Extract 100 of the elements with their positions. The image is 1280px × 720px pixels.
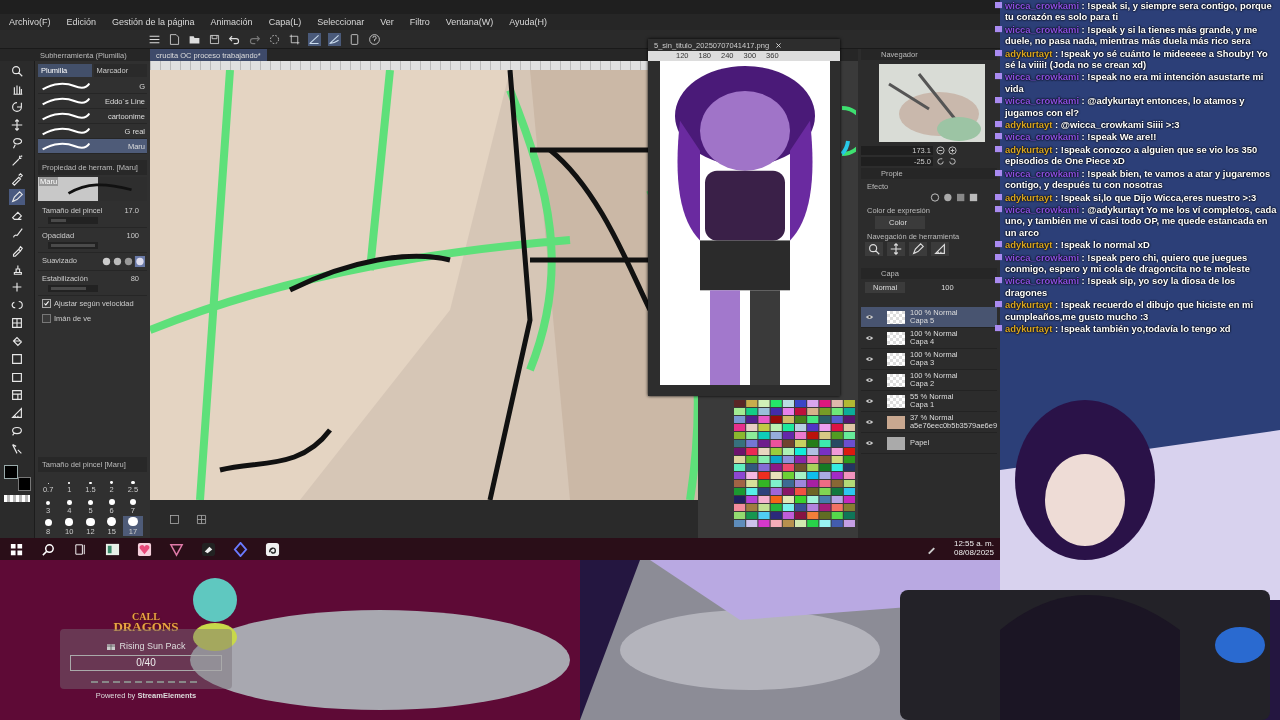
chat-message: wicca_crowkami : !speak no era mi intención asustarte mi vida xyxy=(1005,71,1265,95)
chat-message: wicca_crowkami : !speak y si la tienes más grande, y me duele, no pasa nada, mientras más duela más rico sera xyxy=(1005,23,1259,47)
layer-thumbnail xyxy=(887,331,905,345)
selection-icon[interactable] xyxy=(268,32,281,46)
chat-badge-icon xyxy=(995,49,1002,57)
chat-message: wicca_crowkami : !speak bien, te vamos a atar y jugaremos contigo, y después tu con nosotras xyxy=(1005,167,1272,191)
task-view-icon[interactable] xyxy=(73,541,88,557)
rotate-left-icon[interactable] xyxy=(936,157,945,166)
eye-icon[interactable] xyxy=(865,398,874,404)
diamond-app-icon[interactable] xyxy=(233,541,248,557)
layer-thumbnail xyxy=(887,436,905,450)
chat-message: wicca_crowkami : !speak sip, yo soy la diosa de los dragones xyxy=(1005,275,1237,299)
zoom-tool-icon[interactable] xyxy=(9,63,25,79)
save-icon[interactable] xyxy=(208,32,221,46)
grid-icon[interactable] xyxy=(195,512,208,526)
main-color-swatch[interactable] xyxy=(4,465,18,479)
tool-shortcut-icon[interactable] xyxy=(909,242,927,256)
eye-icon[interactable] xyxy=(865,356,874,362)
chat-message: adykurtayt : !speak yo sé cuánto le mideeeee a Shouby! Yo sé la viiii! (Joda no se crean xd) xyxy=(1005,47,1269,71)
chat-badge-icon xyxy=(995,301,1002,309)
slider-track[interactable] xyxy=(48,217,98,224)
chat-message: wicca_crowkami : !speak We are!! xyxy=(1005,131,1158,143)
menu-item[interactable]: Ayuda(H) xyxy=(509,17,548,27)
checkbox[interactable] xyxy=(42,314,51,323)
ruler-tool-icon[interactable] xyxy=(9,405,25,421)
dropper-tool-icon[interactable] xyxy=(9,171,25,187)
gift-icon xyxy=(106,641,117,650)
menu-item[interactable]: Archivo(F) xyxy=(9,17,51,27)
tool-shortcut-icon[interactable] xyxy=(887,242,905,256)
tool-shortcut-icon[interactable] xyxy=(865,242,883,256)
goal-title: Rising Sun Pack xyxy=(119,640,186,651)
app-icon[interactable] xyxy=(265,541,280,557)
chat-message: adykurtayt : !speak lo normal xD xyxy=(1005,239,1151,251)
eye-icon[interactable] xyxy=(865,419,874,425)
logo: CALL DRAGONS xyxy=(113,612,179,633)
layer-thumbnail xyxy=(887,415,905,429)
transparent-swatch[interactable] xyxy=(4,495,30,502)
phone-icon[interactable] xyxy=(348,32,361,46)
layer-thumbnail xyxy=(887,394,905,408)
zoom-in-icon[interactable] xyxy=(948,146,957,155)
menu-item[interactable]: Ventana(W) xyxy=(445,17,494,27)
menu-item[interactable]: Filtro xyxy=(409,17,430,27)
chat-message: wicca_crowkami : @adykurtayt Yo me los ví completos, cada uno, y también me ví casi todo OP, me quede estancada en un arco xyxy=(1005,203,1278,239)
new-file-icon[interactable] xyxy=(168,32,181,46)
menu-item[interactable]: Capa(L) xyxy=(268,17,302,27)
pen-tool-icon[interactable] xyxy=(9,189,25,205)
clock-date[interactable]: 08/08/2025 xyxy=(953,549,994,558)
gradient-tool-icon[interactable] xyxy=(9,351,25,367)
chat-message: adykurtayt : !speak conozco a alguien que se vio los 350 episodios de One Piece xD xyxy=(1005,143,1259,167)
tool-shortcut-icon[interactable] xyxy=(931,242,949,256)
chat-badge-icon xyxy=(995,97,1002,105)
layer-thumbnail xyxy=(887,373,905,387)
clock-time[interactable]: 12:55 a. m. xyxy=(953,540,994,549)
chat-badge-icon xyxy=(995,73,1002,81)
rotate-right-icon[interactable] xyxy=(948,157,957,166)
pen-stroke-icon[interactable] xyxy=(308,32,321,46)
eye-icon[interactable] xyxy=(865,335,874,341)
search-icon[interactable] xyxy=(41,541,56,557)
layout-icon[interactable] xyxy=(168,512,181,526)
sub-color-swatch[interactable] xyxy=(18,477,31,491)
chat-message: wicca_crowkami : !speak pero chi, quiero que juegues conmigo, espero y mi cola de dragoncita no te moleste xyxy=(1005,251,1251,275)
color-palette-drawing[interactable] xyxy=(734,400,856,528)
menu-item[interactable]: Ver xyxy=(380,17,394,27)
eye-icon[interactable] xyxy=(865,440,874,446)
chat-message: adykurtayt : !speak recuerdo el dibujo que hiciste en mi cumpleaños,me gusto mucho :3 xyxy=(1005,299,1254,322)
move-tool-icon[interactable] xyxy=(9,117,25,133)
chat-message: wicca_crowkami : !speak si, y siempre sera contigo, porque tu corazón es solo para ti xyxy=(1005,0,1273,23)
eye-icon[interactable] xyxy=(865,314,874,320)
progress-count: 0/40 xyxy=(136,657,156,669)
menu-item[interactable]: Gestión de la página xyxy=(112,17,195,27)
chat-badge-icon xyxy=(995,169,1002,177)
heart-app-icon[interactable] xyxy=(137,541,152,557)
grid-tool-icon[interactable] xyxy=(9,315,25,331)
menu-item[interactable]: Animación xyxy=(210,17,253,27)
windows-icon[interactable] xyxy=(9,541,24,557)
frame-tool-icon[interactable] xyxy=(9,387,25,403)
slider-track[interactable] xyxy=(48,242,98,249)
close-icon[interactable] xyxy=(775,41,783,49)
chat-message: adykurtayt : !speak si,lo que Dijo Wicca,eres nuestro >:3 xyxy=(1005,191,1258,203)
chat-badge-icon xyxy=(995,324,1002,332)
rotate-tool-icon[interactable] xyxy=(9,99,25,115)
crop-icon[interactable] xyxy=(288,32,301,46)
layer-thumbnail xyxy=(887,310,905,324)
eye-icon[interactable] xyxy=(865,377,874,383)
chat-message: adykurtayt : @wicca_crowkami Siiii >:3 xyxy=(1005,119,1181,131)
help-icon[interactable] xyxy=(368,32,381,46)
chat-badge-icon xyxy=(995,2,1002,9)
zoom-out-icon[interactable] xyxy=(936,146,945,155)
pen-stroke-icon[interactable] xyxy=(328,32,341,46)
triangle-app-icon[interactable] xyxy=(169,541,184,557)
smoothing-options-icon[interactable] xyxy=(101,256,145,267)
slider-track[interactable] xyxy=(48,285,98,292)
menu-item[interactable]: Edición xyxy=(66,17,97,27)
menu-item[interactable]: Seleccionar xyxy=(317,17,365,27)
app-icon[interactable] xyxy=(105,541,120,557)
layer-thumbnail xyxy=(887,352,905,366)
chat-badge-icon xyxy=(995,25,1002,33)
checkbox[interactable] xyxy=(42,299,51,308)
chat-message: adykurtayt : !speak también yo,todavía lo tengo xd xyxy=(1005,322,1232,335)
chat-badge-icon xyxy=(995,277,1002,285)
